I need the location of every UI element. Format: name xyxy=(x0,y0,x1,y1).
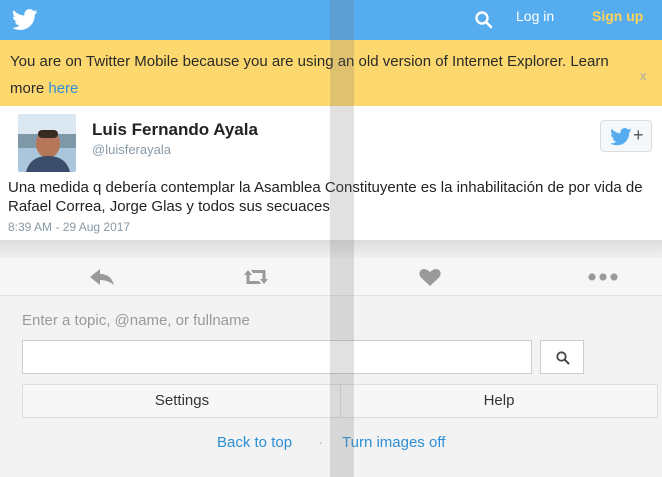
help-button[interactable]: Help xyxy=(340,384,658,418)
search-icon[interactable] xyxy=(474,10,494,30)
search-input[interactable] xyxy=(22,340,532,374)
search-hint: Enter a topic, @name, or fullname xyxy=(22,312,250,329)
search-icon xyxy=(556,351,570,365)
like-icon[interactable] xyxy=(418,266,442,288)
retweet-icon[interactable] xyxy=(240,266,272,288)
author-name[interactable]: Luis Fernando Ayala xyxy=(92,120,258,140)
more-icon[interactable] xyxy=(586,266,620,288)
turn-images-off-link[interactable]: Turn images off xyxy=(342,434,445,451)
follow-button[interactable]: + xyxy=(600,120,652,152)
twitter-bird-icon xyxy=(610,128,632,146)
notice-message: You are on Twitter Mobile because you ar… xyxy=(10,53,609,97)
link-separator: · xyxy=(318,434,323,451)
tweet-text: Una medida q debería contemplar la Asamb… xyxy=(8,179,643,215)
back-to-top-link[interactable]: Back to top xyxy=(217,434,292,451)
tweet-actions xyxy=(0,258,662,296)
search-button[interactable] xyxy=(540,340,584,374)
top-bar: Log in Sign up xyxy=(0,0,662,40)
avatar[interactable] xyxy=(18,114,76,172)
signup-link[interactable]: Sign up xyxy=(592,8,643,24)
login-link[interactable]: Log in xyxy=(516,8,554,24)
learn-more-link[interactable]: here xyxy=(48,80,78,97)
close-notice-button[interactable]: x xyxy=(640,68,647,83)
twitter-bird-icon[interactable] xyxy=(12,9,38,31)
settings-button[interactable]: Settings xyxy=(22,384,342,418)
divider xyxy=(0,240,662,260)
reply-icon[interactable] xyxy=(88,266,116,288)
notice-text: You are on Twitter Mobile because you ar… xyxy=(10,48,610,102)
footer: Enter a topic, @name, or fullname Settin… xyxy=(0,296,662,477)
author-handle[interactable]: @luisferayala xyxy=(92,142,171,157)
old-browser-notice: You are on Twitter Mobile because you ar… xyxy=(0,40,662,106)
tweet-timestamp[interactable]: 8:39 AM - 29 Aug 2017 xyxy=(8,220,130,234)
plus-icon: + xyxy=(633,125,644,145)
